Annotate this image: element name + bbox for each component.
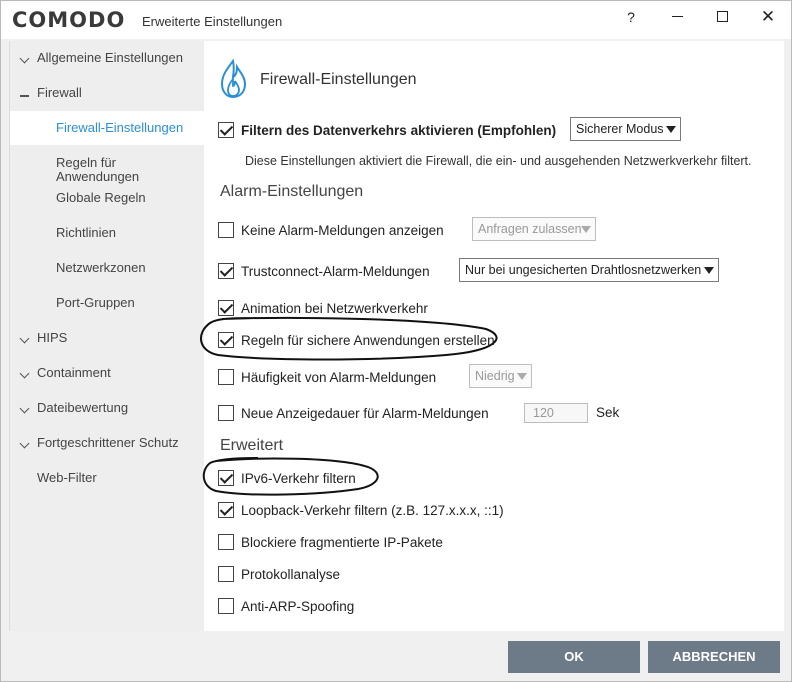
sidebar-item-regeln-fuer-anwendungen[interactable]: Regeln für Anwendungen — [10, 146, 205, 184]
sidebar-item-allgemeine-einstellungen[interactable]: Allgemeine Einstellungen — [10, 41, 205, 75]
advanced-section-heading: Erweitert — [220, 437, 284, 454]
sidebar-item-firewall-einstellungen[interactable]: Firewall-Einstellungen — [10, 111, 205, 145]
settings-window: COMODO Erweiterte Einstellungen ? ✕ Allg… — [0, 0, 792, 682]
alarm-duration-checkbox[interactable] — [218, 405, 234, 421]
alarm-duration-unit: Sek — [596, 405, 620, 420]
sidebar-item-firewall[interactable]: Firewall — [10, 76, 205, 110]
maximize-button[interactable] — [702, 5, 742, 29]
sidebar-item-fortgeschrittener-schutz[interactable]: Fortgeschrittener Schutz — [10, 426, 205, 460]
sidebar-item-web-filter[interactable]: Web-Filter — [10, 461, 205, 495]
alarm-section-heading: Alarm-Einstellungen — [220, 183, 364, 200]
filter-description: Diese Einstellungen aktiviert die Firewa… — [245, 154, 752, 168]
sidebar: Allgemeine Einstellungen Firewall Firewa… — [9, 41, 205, 631]
help-button[interactable]: ? — [611, 5, 651, 29]
safe-app-rules-checkbox[interactable] — [218, 332, 234, 348]
chevron-down-icon — [18, 321, 30, 355]
firewall-flame-icon — [220, 59, 247, 99]
alarm-frequency-select[interactable]: Niedrig — [469, 364, 532, 388]
title-bar: COMODO Erweiterte Einstellungen ? ✕ — [1, 1, 791, 39]
trustconnect-checkbox[interactable] — [218, 263, 234, 279]
sidebar-item-netzwerkzonen[interactable]: Netzwerkzonen — [10, 251, 205, 285]
chevron-down-icon — [18, 391, 30, 425]
dropdown-arrow-icon — [517, 373, 527, 380]
ok-button[interactable]: OK — [508, 641, 640, 673]
chevron-down-icon — [18, 426, 30, 460]
close-button[interactable]: ✕ — [748, 5, 788, 29]
window-title: Erweiterte Einstellungen — [142, 14, 283, 29]
dropdown-arrow-icon — [666, 126, 676, 133]
chevron-down-icon — [18, 41, 30, 75]
animation-checkbox[interactable] — [218, 300, 234, 316]
firewall-mode-select[interactable]: Sicherer Modus — [570, 117, 681, 141]
settings-panel: Firewall-Einstellungen Filtern des Daten… — [200, 41, 784, 631]
sidebar-item-dateibewertung[interactable]: Dateibewertung — [10, 391, 205, 425]
collapse-dash-icon — [18, 76, 30, 110]
filter-traffic-checkbox[interactable] — [218, 122, 234, 138]
alarm-requests-select[interactable]: Anfragen zulassen — [472, 217, 596, 241]
no-alarms-checkbox[interactable] — [218, 222, 234, 238]
dropdown-arrow-icon — [581, 226, 591, 233]
dropdown-arrow-icon — [704, 267, 714, 274]
ipv6-checkbox[interactable] — [218, 470, 234, 486]
anti-arp-spoofing-checkbox[interactable] — [218, 598, 234, 614]
filter-traffic-label: Filtern des Datenverkehrs aktivieren (Em… — [241, 123, 557, 138]
comodo-logo: COMODO — [12, 8, 126, 32]
sidebar-item-globale-regeln[interactable]: Globale Regeln — [10, 181, 205, 215]
sidebar-item-port-gruppen[interactable]: Port-Gruppen — [10, 286, 205, 320]
cancel-button[interactable]: ABBRECHEN — [648, 641, 780, 673]
sidebar-item-richtlinien[interactable]: Richtlinien — [10, 216, 205, 250]
minimize-button[interactable] — [657, 5, 697, 29]
alarm-frequency-checkbox[interactable] — [218, 369, 234, 385]
maximize-icon — [716, 11, 728, 22]
alarm-duration-input[interactable]: 120 — [524, 403, 588, 423]
chevron-down-icon — [18, 356, 30, 390]
fragmented-packets-checkbox[interactable] — [218, 534, 234, 550]
loopback-checkbox[interactable] — [218, 502, 234, 518]
minimize-icon — [671, 15, 683, 17]
page-title: Firewall-Einstellungen — [260, 71, 417, 88]
protocol-analysis-checkbox[interactable] — [218, 566, 234, 582]
sidebar-item-containment[interactable]: Containment — [10, 356, 205, 390]
trustconnect-select[interactable]: Nur bei ungesicherten Drahtlosnetzwerken — [459, 258, 719, 282]
sidebar-item-hips[interactable]: HIPS — [10, 321, 205, 355]
